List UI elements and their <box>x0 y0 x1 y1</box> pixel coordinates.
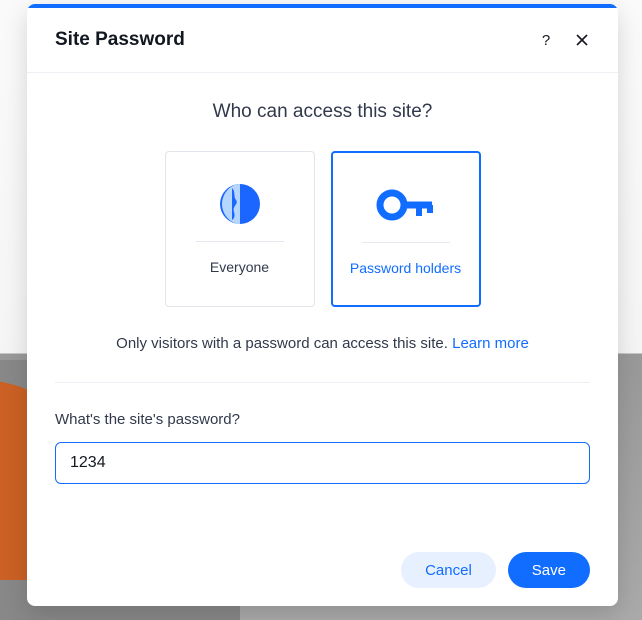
close-button[interactable] <box>568 26 596 54</box>
key-icon <box>374 188 438 222</box>
modal-header: Site Password ? <box>27 8 618 73</box>
option-password-holders-label: Password holders <box>350 260 461 276</box>
close-icon <box>575 33 589 47</box>
help-icon: ? <box>538 32 554 48</box>
modal-body: Who can access this site? Everyone <box>27 73 618 484</box>
modal-title: Site Password <box>55 29 532 51</box>
cancel-button[interactable]: Cancel <box>401 552 496 588</box>
access-description: Only visitors with a password can access… <box>55 335 590 352</box>
modal-footer: Cancel Save <box>27 534 618 606</box>
divider <box>55 382 590 383</box>
password-field-label: What's the site's password? <box>55 411 590 428</box>
password-input[interactable] <box>55 442 590 484</box>
save-button[interactable]: Save <box>508 552 590 588</box>
learn-more-link[interactable]: Learn more <box>452 335 529 352</box>
globe-icon <box>218 182 262 226</box>
option-password-holders[interactable]: Password holders <box>331 151 481 307</box>
access-heading: Who can access this site? <box>55 101 590 123</box>
help-button[interactable]: ? <box>532 26 560 54</box>
site-password-modal: Site Password ? Who can access this site… <box>27 4 618 606</box>
option-everyone[interactable]: Everyone <box>165 151 315 307</box>
option-everyone-label: Everyone <box>210 259 269 275</box>
svg-text:?: ? <box>542 32 550 48</box>
access-options: Everyone Password holders <box>55 151 590 307</box>
access-description-text: Only visitors with a password can access… <box>116 335 452 352</box>
